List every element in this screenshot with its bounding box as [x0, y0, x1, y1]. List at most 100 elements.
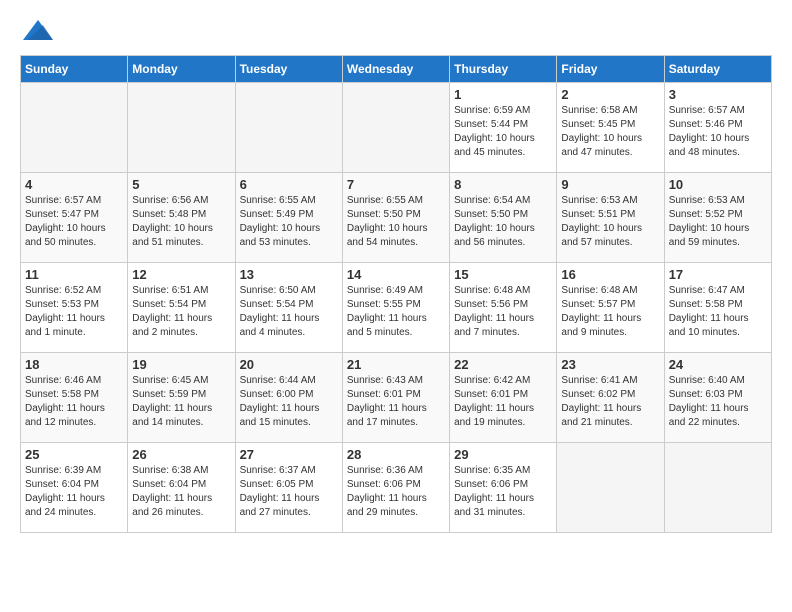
calendar-cell: 27 Sunrise: 6:37 AM Sunset: 6:05 PM Dayli… — [235, 443, 342, 533]
day-info: Sunrise: 6:43 AM Sunset: 6:01 PM Dayligh… — [347, 374, 445, 430]
day-info: Sunrise: 6:45 AM Sunset: 5:59 PM Dayligh… — [132, 374, 230, 430]
calendar-cell: 19 Sunrise: 6:45 AM Sunset: 5:59 PM Dayli… — [128, 353, 235, 443]
day-info: Sunrise: 6:55 AM Sunset: 5:49 PM Dayligh… — [240, 194, 338, 250]
calendar-cell: 8Sunrise: 6:54 AM Sunset: 5:50 PM Daylig… — [450, 173, 557, 263]
day-info: Sunrise: 6:40 AM Sunset: 6:03 PM Dayligh… — [669, 374, 767, 430]
calendar-cell: 26 Sunrise: 6:38 AM Sunset: 6:04 PM Dayli… — [128, 443, 235, 533]
calendar-cell: 23 Sunrise: 6:41 AM Sunset: 6:02 PM Dayli… — [557, 353, 664, 443]
calendar-table: SundayMondayTuesdayWednesdayThursdayFrid… — [20, 55, 772, 533]
day-number: 21 — [347, 357, 445, 372]
calendar-cell: 9 Sunrise: 6:53 AM Sunset: 5:51 PM Daylig… — [557, 173, 664, 263]
day-info: Sunrise: 6:53 AM Sunset: 5:51 PM Dayligh… — [561, 194, 659, 250]
calendar-cell: 14 Sunrise: 6:49 AM Sunset: 5:55 PM Dayli… — [342, 263, 449, 353]
day-number: 8 — [454, 177, 552, 192]
day-number: 28 — [347, 447, 445, 462]
week-row-4: 18 Sunrise: 6:46 AM Sunset: 5:58 PM Dayli… — [21, 353, 772, 443]
day-number: 5 — [132, 177, 230, 192]
col-header-thursday: Thursday — [450, 56, 557, 83]
day-number: 17 — [669, 267, 767, 282]
day-info: Sunrise: 6:46 AM Sunset: 5:58 PM Dayligh… — [25, 374, 123, 430]
header-row: SundayMondayTuesdayWednesdayThursdayFrid… — [21, 56, 772, 83]
day-number: 6 — [240, 177, 338, 192]
day-info: Sunrise: 6:42 AM Sunset: 6:01 PM Dayligh… — [454, 374, 552, 430]
day-number: 29 — [454, 447, 552, 462]
calendar-cell — [128, 83, 235, 173]
calendar-cell: 2 Sunrise: 6:58 AM Sunset: 5:45 PM Daylig… — [557, 83, 664, 173]
day-number: 14 — [347, 267, 445, 282]
col-header-tuesday: Tuesday — [235, 56, 342, 83]
week-row-2: 4Sunrise: 6:57 AM Sunset: 5:47 PM Daylig… — [21, 173, 772, 263]
day-info: Sunrise: 6:57 AM Sunset: 5:46 PM Dayligh… — [669, 104, 767, 160]
calendar-cell: 22 Sunrise: 6:42 AM Sunset: 6:01 PM Dayli… — [450, 353, 557, 443]
week-row-3: 11Sunrise: 6:52 AM Sunset: 5:53 PM Dayli… — [21, 263, 772, 353]
day-number: 1 — [454, 87, 552, 102]
calendar-cell: 28 Sunrise: 6:36 AM Sunset: 6:06 PM Dayli… — [342, 443, 449, 533]
calendar-cell: 4Sunrise: 6:57 AM Sunset: 5:47 PM Daylig… — [21, 173, 128, 263]
day-number: 18 — [25, 357, 123, 372]
day-number: 12 — [132, 267, 230, 282]
calendar-cell: 7Sunrise: 6:55 AM Sunset: 5:50 PM Daylig… — [342, 173, 449, 263]
calendar-cell: 17 Sunrise: 6:47 AM Sunset: 5:58 PM Dayli… — [664, 263, 771, 353]
day-number: 27 — [240, 447, 338, 462]
week-row-1: 1 Sunrise: 6:59 AM Sunset: 5:44 PM Daylig… — [21, 83, 772, 173]
day-info: Sunrise: 6:35 AM Sunset: 6:06 PM Dayligh… — [454, 464, 552, 520]
day-number: 3 — [669, 87, 767, 102]
col-header-saturday: Saturday — [664, 56, 771, 83]
day-info: Sunrise: 6:57 AM Sunset: 5:47 PM Dayligh… — [25, 194, 123, 250]
col-header-friday: Friday — [557, 56, 664, 83]
calendar-cell: 25 Sunrise: 6:39 AM Sunset: 6:04 PM Dayli… — [21, 443, 128, 533]
day-info: Sunrise: 6:36 AM Sunset: 6:06 PM Dayligh… — [347, 464, 445, 520]
day-info: Sunrise: 6:39 AM Sunset: 6:04 PM Dayligh… — [25, 464, 123, 520]
day-number: 10 — [669, 177, 767, 192]
day-info: Sunrise: 6:37 AM Sunset: 6:05 PM Dayligh… — [240, 464, 338, 520]
calendar-cell — [664, 443, 771, 533]
calendar-cell — [21, 83, 128, 173]
day-number: 23 — [561, 357, 659, 372]
col-header-wednesday: Wednesday — [342, 56, 449, 83]
calendar-cell: 29 Sunrise: 6:35 AM Sunset: 6:06 PM Dayli… — [450, 443, 557, 533]
calendar-cell: 12 Sunrise: 6:51 AM Sunset: 5:54 PM Dayli… — [128, 263, 235, 353]
day-info: Sunrise: 6:48 AM Sunset: 5:56 PM Dayligh… — [454, 284, 552, 340]
day-info: Sunrise: 6:49 AM Sunset: 5:55 PM Dayligh… — [347, 284, 445, 340]
day-number: 26 — [132, 447, 230, 462]
calendar-cell: 5 Sunrise: 6:56 AM Sunset: 5:48 PM Daylig… — [128, 173, 235, 263]
calendar-cell: 3 Sunrise: 6:57 AM Sunset: 5:46 PM Daylig… — [664, 83, 771, 173]
calendar-cell: 15 Sunrise: 6:48 AM Sunset: 5:56 PM Dayli… — [450, 263, 557, 353]
calendar-cell — [557, 443, 664, 533]
day-info: Sunrise: 6:51 AM Sunset: 5:54 PM Dayligh… — [132, 284, 230, 340]
day-number: 20 — [240, 357, 338, 372]
calendar-cell: 21 Sunrise: 6:43 AM Sunset: 6:01 PM Dayli… — [342, 353, 449, 443]
day-number: 13 — [240, 267, 338, 282]
day-number: 9 — [561, 177, 659, 192]
calendar-cell: 20 Sunrise: 6:44 AM Sunset: 6:00 PM Dayli… — [235, 353, 342, 443]
day-number: 15 — [454, 267, 552, 282]
logo-icon — [23, 20, 53, 40]
day-number: 16 — [561, 267, 659, 282]
day-number: 2 — [561, 87, 659, 102]
day-info: Sunrise: 6:44 AM Sunset: 6:00 PM Dayligh… — [240, 374, 338, 430]
calendar-cell: 16 Sunrise: 6:48 AM Sunset: 5:57 PM Dayli… — [557, 263, 664, 353]
calendar-cell — [235, 83, 342, 173]
col-header-monday: Monday — [128, 56, 235, 83]
calendar-cell: 1 Sunrise: 6:59 AM Sunset: 5:44 PM Daylig… — [450, 83, 557, 173]
calendar-cell: 18 Sunrise: 6:46 AM Sunset: 5:58 PM Dayli… — [21, 353, 128, 443]
day-info: Sunrise: 6:41 AM Sunset: 6:02 PM Dayligh… — [561, 374, 659, 430]
day-info: Sunrise: 6:59 AM Sunset: 5:44 PM Dayligh… — [454, 104, 552, 160]
day-info: Sunrise: 6:38 AM Sunset: 6:04 PM Dayligh… — [132, 464, 230, 520]
day-number: 25 — [25, 447, 123, 462]
day-number: 24 — [669, 357, 767, 372]
week-row-5: 25 Sunrise: 6:39 AM Sunset: 6:04 PM Dayli… — [21, 443, 772, 533]
day-info: Sunrise: 6:56 AM Sunset: 5:48 PM Dayligh… — [132, 194, 230, 250]
header-area — [20, 20, 772, 45]
day-info: Sunrise: 6:47 AM Sunset: 5:58 PM Dayligh… — [669, 284, 767, 340]
day-number: 19 — [132, 357, 230, 372]
day-number: 22 — [454, 357, 552, 372]
col-header-sunday: Sunday — [21, 56, 128, 83]
day-info: Sunrise: 6:48 AM Sunset: 5:57 PM Dayligh… — [561, 284, 659, 340]
calendar-cell — [342, 83, 449, 173]
day-info: Sunrise: 6:58 AM Sunset: 5:45 PM Dayligh… — [561, 104, 659, 160]
calendar-cell: 24 Sunrise: 6:40 AM Sunset: 6:03 PM Dayli… — [664, 353, 771, 443]
logo — [20, 20, 53, 45]
day-number: 7 — [347, 177, 445, 192]
calendar-cell: 11Sunrise: 6:52 AM Sunset: 5:53 PM Dayli… — [21, 263, 128, 353]
